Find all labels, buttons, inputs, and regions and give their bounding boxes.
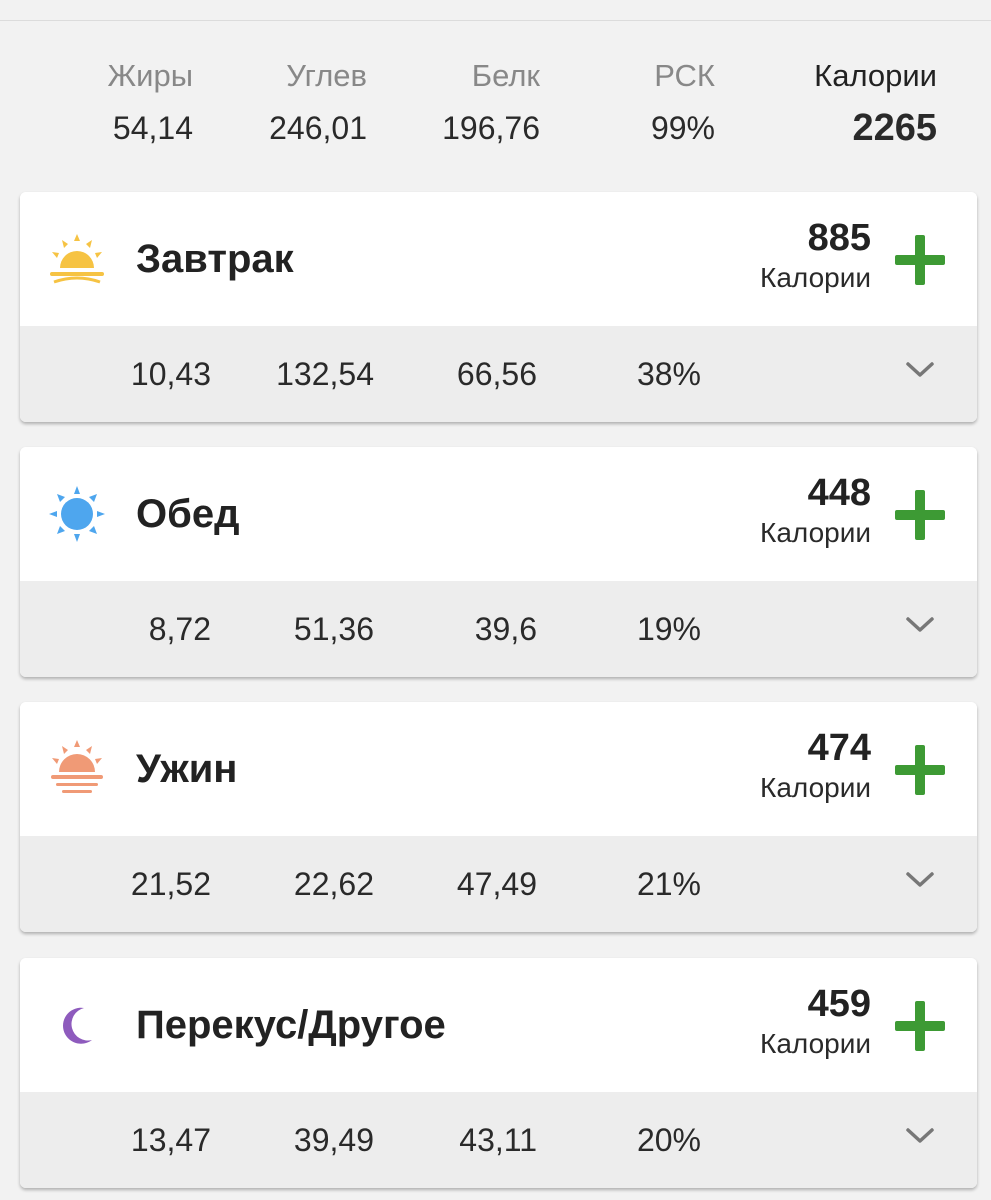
- meal-macros-breakfast[interactable]: 10,43 132,54 66,56 38%: [20, 326, 977, 422]
- moon-icon: [63, 1007, 92, 1044]
- meal-header-snack[interactable]: Перекус/Другое 459 Калории: [20, 958, 977, 1092]
- meal-card-breakfast: Завтрак 885 Калории 10,43 132,54 66,56 3…: [20, 192, 977, 422]
- summary-carbs-label: Углев: [286, 58, 367, 93]
- meal-macros-dinner[interactable]: 21,52 22,62 47,49 21%: [20, 836, 977, 932]
- sunrise-icon: [50, 234, 104, 284]
- meal-fat: 13,47: [130, 1122, 211, 1158]
- sunset-icon: [51, 740, 103, 793]
- meal-calories-label: Калории: [760, 772, 871, 803]
- meal-card-snack: Перекус/Другое 459 Калории 13,47 39,49 4…: [20, 958, 977, 1188]
- summary-carbs: Углев 246,01: [269, 52, 367, 152]
- meal-fat: 8,72: [148, 611, 211, 647]
- meal-header-lunch[interactable]: Обед 448 Калории: [20, 447, 977, 581]
- meal-card-dinner: Ужин 474 Калории 21,52 22,62 47,49 21%: [20, 702, 977, 932]
- meal-calories: 474 Калории: [760, 726, 871, 806]
- meal-protein: 43,11: [459, 1122, 537, 1158]
- meal-protein: 39,6: [474, 611, 537, 647]
- meal-calories-value: 448: [807, 472, 871, 514]
- meal-calories-label: Калории: [760, 1028, 871, 1059]
- meal-calories: 459 Калории: [760, 982, 871, 1062]
- top-divider: [0, 20, 991, 21]
- meal-calories-label: Калории: [760, 517, 871, 548]
- meal-fat: 21,52: [130, 866, 211, 902]
- meal-name: Обед: [136, 492, 240, 536]
- add-food-button[interactable]: [895, 1001, 945, 1051]
- summary-fat: Жиры 54,14: [108, 52, 193, 152]
- meal-calories-value: 474: [807, 727, 871, 769]
- summary-calories: Калории 2265: [814, 52, 937, 152]
- daily-summary: Жиры 54,14 Углев 246,01 Белк 196,76 РСК …: [0, 52, 991, 162]
- meal-name: Ужин: [136, 747, 238, 791]
- meal-carbs: 132,54: [276, 356, 374, 392]
- meal-rsk: 38%: [636, 356, 701, 392]
- summary-calories-value: 2265: [852, 107, 937, 149]
- chevron-down-icon[interactable]: [905, 1126, 935, 1146]
- summary-rsk-value: 99%: [650, 110, 715, 146]
- chevron-down-icon[interactable]: [905, 615, 935, 635]
- summary-protein-label: Белк: [471, 58, 540, 93]
- summary-fat-value: 54,14: [112, 110, 193, 146]
- meal-rsk: 20%: [636, 1122, 701, 1158]
- sun-icon: [49, 486, 105, 542]
- chevron-down-icon[interactable]: [905, 870, 935, 890]
- meal-protein: 66,56: [456, 356, 537, 392]
- meal-calories: 448 Калории: [760, 471, 871, 551]
- meal-calories-value: 459: [807, 983, 871, 1025]
- meal-name: Перекус/Другое: [136, 1003, 446, 1047]
- add-food-button[interactable]: [895, 235, 945, 285]
- meal-carbs: 22,62: [293, 866, 374, 902]
- meal-header-breakfast[interactable]: Завтрак 885 Калории: [20, 192, 977, 326]
- summary-rsk-label: РСК: [654, 58, 715, 93]
- summary-protein-value: 196,76: [442, 110, 540, 146]
- meal-rsk: 19%: [636, 611, 701, 647]
- meal-rsk: 21%: [636, 866, 701, 902]
- add-food-button[interactable]: [895, 745, 945, 795]
- meal-name: Завтрак: [136, 237, 294, 281]
- summary-calories-label: Калории: [814, 58, 937, 93]
- summary-protein: Белк 196,76: [442, 52, 540, 152]
- meal-card-lunch: Обед 448 Калории 8,72 51,36 39,6 19%: [20, 447, 977, 677]
- meal-calories-label: Калории: [760, 262, 871, 293]
- meal-calories-value: 885: [807, 217, 871, 259]
- chevron-down-icon[interactable]: [905, 360, 935, 380]
- meal-carbs: 39,49: [293, 1122, 374, 1158]
- meal-calories: 885 Калории: [760, 216, 871, 296]
- add-food-button[interactable]: [895, 490, 945, 540]
- summary-rsk: РСК 99%: [651, 52, 715, 152]
- meal-fat: 10,43: [130, 356, 211, 392]
- meal-macros-lunch[interactable]: 8,72 51,36 39,6 19%: [20, 581, 977, 677]
- summary-carbs-value: 246,01: [269, 110, 367, 146]
- meal-protein: 47,49: [456, 866, 537, 902]
- meal-carbs: 51,36: [293, 611, 374, 647]
- meal-macros-snack[interactable]: 13,47 39,49 43,11 20%: [20, 1092, 977, 1188]
- meal-header-dinner[interactable]: Ужин 474 Калории: [20, 702, 977, 836]
- summary-fat-label: Жиры: [107, 58, 193, 93]
